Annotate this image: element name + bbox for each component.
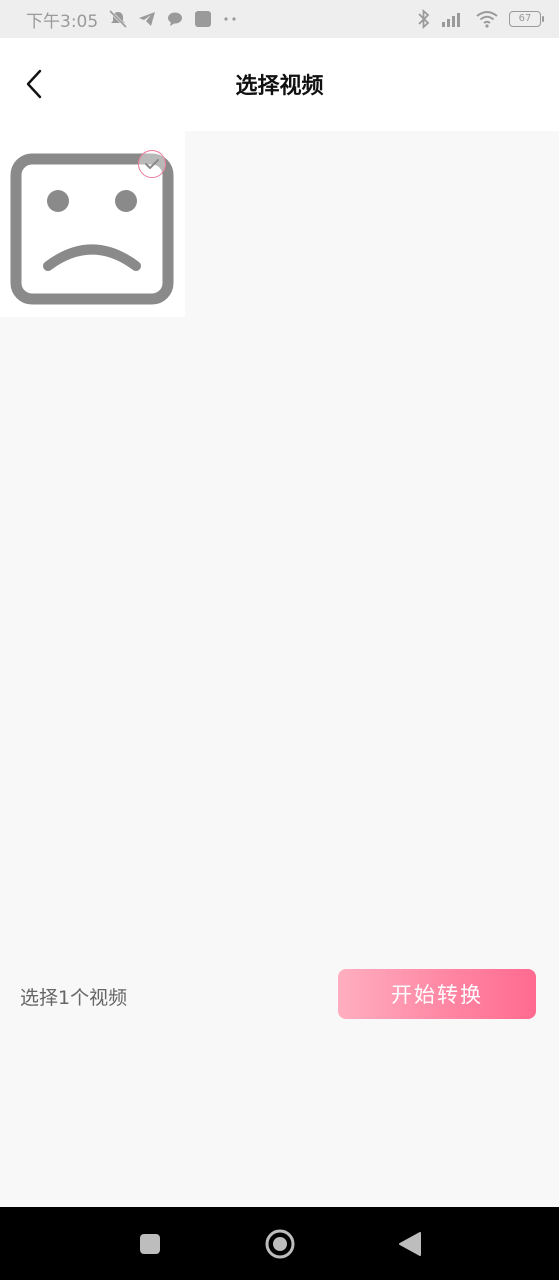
status-time: 下午3:05 [26, 11, 99, 32]
more-dots-icon [222, 14, 238, 24]
action-row: 选择1个视频 开始转换 [0, 969, 559, 1019]
status-bar: 下午3:05 67 [0, 0, 559, 38]
telegram-icon [138, 10, 156, 28]
status-left: 下午3:05 [26, 7, 238, 32]
video-thumbnail[interactable] [0, 131, 185, 317]
chat-bubble-icon [166, 10, 184, 28]
selection-count: 选择1个视频 [20, 987, 128, 1009]
bluetooth-icon [417, 9, 431, 29]
video-list: 选择1个视频 开始转换 [0, 131, 559, 1207]
triangle-back-icon [398, 1231, 421, 1256]
header: 选择视频 [0, 38, 559, 131]
circle-icon [265, 1229, 294, 1258]
start-convert-button[interactable]: 开始转换 [338, 969, 536, 1019]
battery-icon: 67 [509, 11, 544, 27]
recents-button[interactable] [130, 1224, 170, 1264]
signal-icon [441, 10, 465, 28]
app-square-icon [194, 10, 212, 28]
muted-bell-icon [108, 9, 128, 29]
home-button[interactable] [260, 1224, 300, 1264]
selection-checkbox[interactable] [138, 150, 166, 178]
checkmark-icon [145, 159, 159, 169]
navigation-bar [0, 1207, 559, 1280]
status-right: 67 [417, 9, 544, 29]
wifi-icon [475, 10, 499, 28]
square-icon [139, 1233, 160, 1254]
page-title: 选择视频 [235, 74, 324, 99]
back-nav-button[interactable] [390, 1224, 430, 1264]
